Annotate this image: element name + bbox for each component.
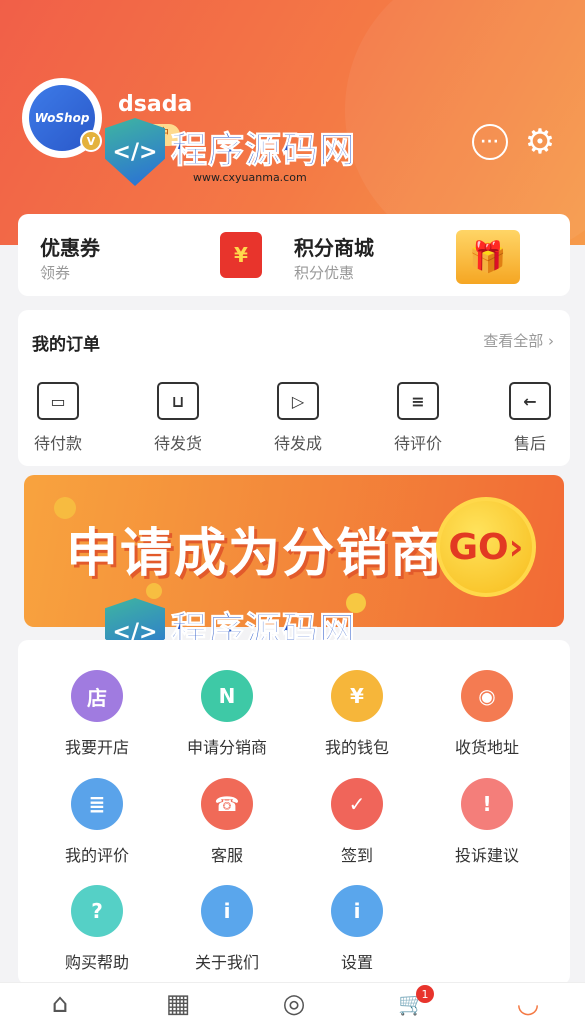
menu-about-us[interactable]: i 关于我们 — [162, 885, 292, 973]
cart-tab[interactable]: 🛒 1 — [392, 985, 434, 1021]
gift-box-icon: 🎁 — [456, 230, 520, 284]
order-pending-review[interactable]: ≡ 待评价 — [378, 382, 458, 454]
menu-label: 我要开店 — [64, 738, 129, 757]
order-after-sales[interactable]: ← 售后 — [490, 382, 570, 454]
location-pin-icon: ◉ — [461, 670, 513, 722]
menu-purchase-help[interactable]: ? 购买帮助 — [32, 885, 162, 973]
bottom-tab-bar: ⌂ ▦ ◎ 🛒 1 ◡ — [0, 982, 585, 1024]
coupon-subtitle: 领券 — [40, 264, 71, 282]
delivery-tag-icon: ▷ — [277, 382, 319, 420]
points-mall-subtitle: 积分优惠 — [294, 264, 355, 282]
order-label: 待发货 — [153, 434, 202, 453]
menu-label: 我的评价 — [64, 846, 129, 865]
help-icon: ? — [71, 885, 123, 937]
menu-open-store[interactable]: 店 我要开店 — [32, 670, 162, 758]
profile-header: WoShop V dsada 用户 ··· ⚙ — [0, 0, 585, 260]
menu-label: 关于我们 — [194, 953, 259, 972]
coupon-entry[interactable]: 优惠券 领券 ¥ — [18, 214, 294, 296]
menu-label: 收货地址 — [454, 738, 519, 757]
menu-label: 客服 — [210, 846, 243, 865]
menu-address[interactable]: ◉ 收货地址 — [422, 670, 552, 758]
gear-icon[interactable]: ⚙ — [522, 124, 558, 160]
points-mall-title: 积分商城 — [294, 236, 374, 260]
services-grid: 店 我要开店 N 申请分销商 ¥ 我的钱包 ◉ 收货地址 ≣ 我的评价 ☎ 客服… — [18, 640, 570, 985]
red-packet-icon: ¥ — [220, 232, 262, 278]
menu-check-in[interactable]: ✓ 签到 — [292, 778, 422, 866]
discover-icon[interactable]: ◎ — [274, 987, 314, 1021]
go-button[interactable]: GO› — [436, 497, 536, 597]
points-mall-entry[interactable]: 积分商城 积分优惠 🎁 — [294, 214, 570, 296]
order-pending-payment[interactable]: ▭ 待付款 — [18, 382, 98, 454]
comment-icon: ≡ — [397, 382, 439, 420]
box-icon: ⊔ — [157, 382, 199, 420]
distributor-banner[interactable]: 申请成为分销商 GO› — [24, 475, 564, 627]
order-label: 待评价 — [393, 434, 442, 453]
category-icon[interactable]: ▦ — [158, 987, 198, 1021]
menu-label: 购买帮助 — [64, 953, 129, 972]
menu-label: 我的钱包 — [324, 738, 389, 757]
headset-icon: ☎ — [201, 778, 253, 830]
menu-wallet[interactable]: ¥ 我的钱包 — [292, 670, 422, 758]
coupon-title: 优惠券 — [40, 236, 100, 260]
menu-apply-distributor[interactable]: N 申请分销商 — [162, 670, 292, 758]
order-label: 待发成 — [273, 434, 322, 453]
user-level-tag: 用户 — [118, 124, 181, 146]
banner-headline: 申请成为分销商 — [66, 524, 445, 584]
menu-customer-service[interactable]: ☎ 客服 — [162, 778, 292, 866]
order-label: 待付款 — [33, 434, 82, 453]
info-icon: i — [201, 885, 253, 937]
menu-settings[interactable]: i 设置 — [292, 885, 422, 973]
distributor-icon: N — [201, 670, 253, 722]
orders-card: 我的订单 查看全部 › ▭ 待付款 ⊔ 待发货 ▷ 待发成 ≡ 待评价 ← 售后 — [18, 310, 570, 466]
document-icon: ≣ — [71, 778, 123, 830]
menu-complaints[interactable]: ! 投诉建议 — [422, 778, 552, 866]
menu-label: 投诉建议 — [454, 846, 519, 865]
menu-label: 签到 — [340, 846, 373, 865]
profile-icon[interactable]: ◡ — [508, 987, 548, 1021]
username: dsada — [118, 92, 193, 117]
warning-icon: ! — [461, 778, 513, 830]
order-pending-shipment[interactable]: ⊔ 待发货 — [138, 382, 218, 454]
home-icon[interactable]: ⌂ — [40, 987, 80, 1021]
order-shipped[interactable]: ▷ 待发成 — [258, 382, 338, 454]
return-icon: ← — [509, 382, 551, 420]
order-label: 售后 — [513, 434, 546, 453]
info-icon: i — [331, 885, 383, 937]
store-icon: 店 — [71, 670, 123, 722]
wallet-icon: ¥ — [331, 670, 383, 722]
calendar-check-icon: ✓ — [331, 778, 383, 830]
cart-count-badge: 1 — [416, 985, 434, 1003]
message-icon[interactable]: ··· — [472, 124, 508, 160]
coupon-card: 优惠券 领券 ¥ 积分商城 积分优惠 🎁 — [18, 214, 570, 296]
menu-my-reviews[interactable]: ≣ 我的评价 — [32, 778, 162, 866]
menu-label: 申请分销商 — [186, 738, 267, 757]
wallet-card-icon: ▭ — [37, 382, 79, 420]
orders-title: 我的订单 — [32, 335, 100, 355]
menu-label: 设置 — [340, 953, 373, 972]
coin-decoration — [346, 593, 366, 613]
vip-badge-icon: V — [80, 130, 102, 152]
view-all-orders-link[interactable]: 查看全部 › — [483, 330, 554, 351]
